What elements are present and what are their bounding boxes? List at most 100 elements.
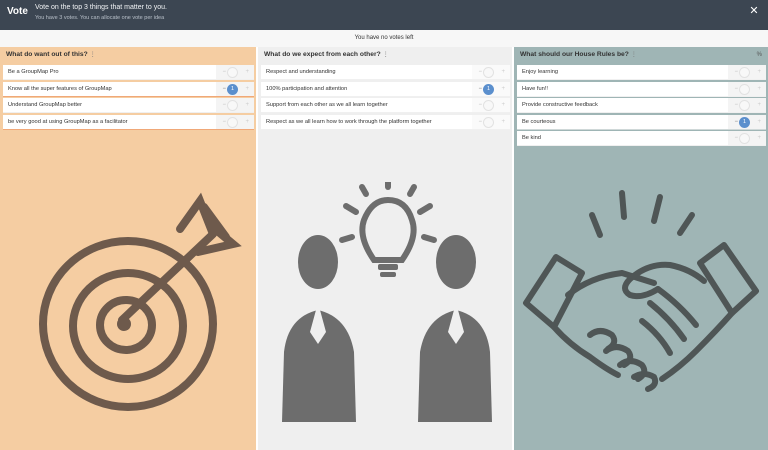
idea-label: Be courteous <box>522 118 556 125</box>
add-vote-button[interactable]: + <box>245 68 249 76</box>
remove-vote-button[interactable]: − <box>222 68 226 76</box>
idea-label: Provide constructive feedback <box>522 102 598 108</box>
idea-label: Understand GroupMap better <box>8 102 82 108</box>
percent-toggle[interactable]: % <box>757 47 762 63</box>
idea-item: Provide constructive feedback − + <box>517 98 766 113</box>
idea-item: 100% participation and attention − 1 + <box>261 81 510 97</box>
idea-label: Respect as we all learn how to work thro… <box>266 118 432 125</box>
column-header: What do want out of this? ⋮ <box>0 47 256 63</box>
vote-control: − + <box>216 98 254 112</box>
vote-control: − 1 + <box>472 81 510 96</box>
vote-control: − + <box>216 65 254 79</box>
vote-control: − + <box>472 98 510 112</box>
idea-label: Have fun!! <box>522 85 548 92</box>
remove-vote-button[interactable]: − <box>734 85 738 93</box>
vote-count-badge <box>483 100 494 111</box>
idea-item: Respect as we all learn how to work thro… <box>261 114 510 130</box>
vote-count-badge <box>227 67 238 78</box>
target-with-arrow-illustration <box>39 192 242 411</box>
vote-count-badge <box>227 100 238 111</box>
vote-control: − + <box>728 65 766 79</box>
vote-count-badge <box>739 133 750 144</box>
add-vote-button[interactable]: + <box>757 134 761 142</box>
idea-label: Be a GroupMap Pro <box>8 69 59 75</box>
idea-item: Be courteous − 1 + <box>517 114 766 130</box>
remove-vote-button[interactable]: − <box>478 101 482 109</box>
idea-list: Enjoy learning − + Have fun!! − + Provid… <box>517 65 766 148</box>
add-vote-button[interactable]: + <box>757 101 761 109</box>
idea-label: 100% participation and attention <box>266 85 348 92</box>
idea-item: Support from each other as we all learn … <box>261 98 510 113</box>
vote-control: − + <box>728 131 766 145</box>
column-title: What do want out of this? <box>6 51 88 58</box>
add-vote-button[interactable]: + <box>501 118 505 126</box>
vote-count-badge <box>483 67 494 78</box>
idea-item: Be a GroupMap Pro − + <box>3 65 254 80</box>
idea-list: Respect and understanding − + 100% parti… <box>261 65 510 131</box>
add-vote-button[interactable]: + <box>757 68 761 76</box>
remove-vote-button[interactable]: − <box>478 118 482 126</box>
add-vote-button[interactable]: + <box>501 101 505 109</box>
remove-vote-button[interactable]: − <box>478 68 482 76</box>
remove-vote-button[interactable]: − <box>478 85 482 93</box>
vote-count-badge <box>483 116 494 128</box>
column-want-out-of-this: What do want out of this? ⋮ Be a GroupMap… <box>0 47 256 450</box>
handshake-illustration <box>523 190 759 392</box>
remove-vote-button[interactable]: − <box>734 134 738 142</box>
column-header: What should our House Rules be? ⋮ % <box>514 47 768 63</box>
idea-item: Have fun!! − + <box>517 81 766 97</box>
remove-vote-button[interactable]: − <box>222 118 226 126</box>
add-vote-button[interactable]: + <box>501 68 505 76</box>
add-vote-button[interactable]: + <box>757 85 761 93</box>
remove-vote-button[interactable]: − <box>734 68 738 76</box>
idea-label: Support from each other as we all learn … <box>266 102 388 108</box>
remove-vote-button[interactable]: − <box>222 101 226 109</box>
remove-vote-button[interactable]: − <box>734 118 738 126</box>
idea-item: Respect and understanding − + <box>261 65 510 80</box>
idea-item: Enjoy learning − + <box>517 65 766 80</box>
add-vote-button[interactable]: + <box>245 118 249 126</box>
add-vote-button[interactable]: + <box>501 85 505 93</box>
two-people-lightbulb-illustration <box>282 182 492 422</box>
column-header: What do we expect from each other? ⋮ <box>258 47 512 63</box>
column-house-rules: What should our House Rules be? ⋮ % Enjoy… <box>514 47 768 450</box>
idea-label: Be kind <box>522 135 541 141</box>
vote-instruction: Vote on the top 3 things that matter to … <box>35 4 167 11</box>
vote-count-badge <box>739 100 750 111</box>
vote-control: − + <box>472 114 510 129</box>
idea-item: Understand GroupMap better − + <box>3 98 254 113</box>
remove-vote-button[interactable]: − <box>222 85 226 93</box>
vote-count-badge: 1 <box>483 83 494 95</box>
column-expect-from-each-other: What do we expect from each other? ⋮ Resp… <box>258 47 512 450</box>
vote-control: − + <box>728 98 766 112</box>
add-vote-button[interactable]: + <box>757 118 761 126</box>
idea-item: Be kind − + <box>517 131 766 146</box>
vote-count-badge: 1 <box>227 83 238 95</box>
vote-control: − 1 + <box>216 81 254 96</box>
idea-label: Respect and understanding <box>266 69 336 75</box>
idea-item: Know all the super features of GroupMap … <box>3 81 254 97</box>
idea-label: Know all the super features of GroupMap <box>8 85 112 92</box>
info-icon[interactable]: ⋮ <box>631 52 637 58</box>
vote-count-badge: 1 <box>739 116 750 128</box>
idea-label: be very good at using GroupMap as a faci… <box>8 118 128 125</box>
idea-list: Be a GroupMap Pro − + Know all the super… <box>3 65 254 131</box>
vote-header-bar: Vote Vote on the top 3 things that matte… <box>0 0 768 30</box>
vote-count-badge <box>739 83 750 95</box>
votes-remaining-status: You have no votes left <box>0 30 768 47</box>
add-vote-button[interactable]: + <box>245 85 249 93</box>
vote-control: − + <box>728 81 766 96</box>
close-icon[interactable]: ✕ <box>748 5 760 17</box>
add-vote-button[interactable]: + <box>245 101 249 109</box>
page-title: Vote <box>7 6 28 17</box>
remove-vote-button[interactable]: − <box>734 101 738 109</box>
idea-item: be very good at using GroupMap as a faci… <box>3 114 254 130</box>
column-title: What should our House Rules be? <box>520 51 629 58</box>
info-icon[interactable]: ⋮ <box>383 52 389 58</box>
column-title: What do we expect from each other? <box>264 51 381 58</box>
vote-count-badge <box>739 67 750 78</box>
vote-control: − + <box>216 114 254 129</box>
info-icon[interactable]: ⋮ <box>90 52 96 58</box>
idea-label: Enjoy learning <box>522 69 559 75</box>
vote-allowance: You have 3 votes. You can allocate one v… <box>35 15 165 21</box>
